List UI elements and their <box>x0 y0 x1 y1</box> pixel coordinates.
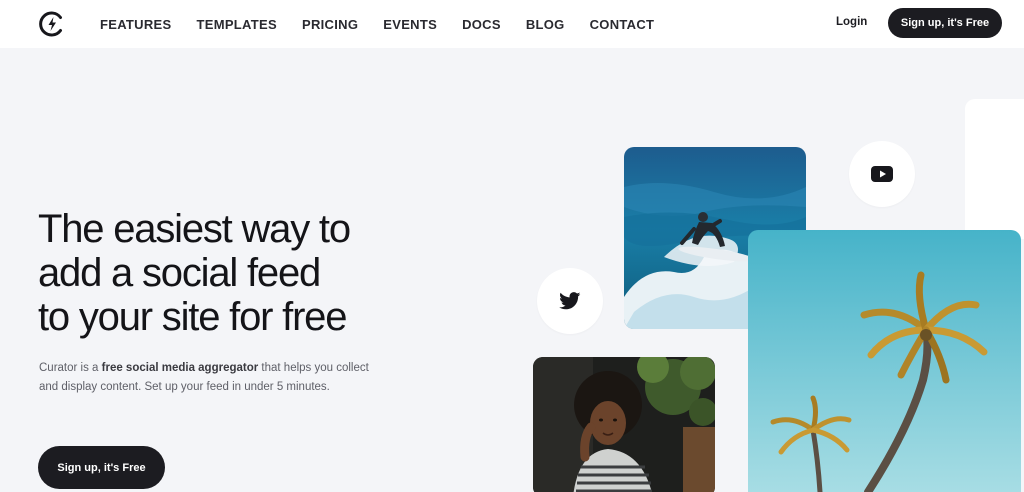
twitter-bubble[interactable] <box>537 268 603 334</box>
header-signup-button[interactable]: Sign up, it's Free <box>888 8 1002 38</box>
nav-features[interactable]: FEATURES <box>100 17 172 32</box>
nav-contact[interactable]: CONTACT <box>590 17 655 32</box>
desc-bold: free social media aggregator <box>101 362 259 374</box>
lightning-circle-icon[interactable] <box>38 10 66 38</box>
hero-signup-button[interactable]: Sign up, it's Free <box>38 446 165 489</box>
main-nav: FEATURES TEMPLATES PRICING EVENTS DOCS B… <box>100 0 679 48</box>
nav-events[interactable]: EVENTS <box>383 17 437 32</box>
site-header: FEATURES TEMPLATES PRICING EVENTS DOCS B… <box>0 0 1024 48</box>
nav-blog[interactable]: BLOG <box>526 17 565 32</box>
nav-docs[interactable]: DOCS <box>462 17 501 32</box>
palm-trees-photo <box>748 230 1021 492</box>
twitter-icon <box>559 292 581 310</box>
hero-title-line: to your site for free <box>38 295 347 339</box>
youtube-bubble[interactable] <box>849 141 915 207</box>
nav-templates[interactable]: TEMPLATES <box>197 17 277 32</box>
nav-pricing[interactable]: PRICING <box>302 17 358 32</box>
person-photo <box>533 357 715 492</box>
desc-prefix: Curator is a <box>39 362 102 374</box>
hero-title-line: The easiest way to <box>38 207 351 251</box>
login-link[interactable]: Login <box>836 16 867 28</box>
youtube-icon <box>871 166 893 182</box>
feed-card <box>965 99 1024 239</box>
hero-title-line: add a social feed <box>38 251 321 295</box>
hero-description: Curator is a free social media aggregato… <box>39 359 379 397</box>
hero-title: The easiest way to add a social feed to … <box>38 207 418 339</box>
